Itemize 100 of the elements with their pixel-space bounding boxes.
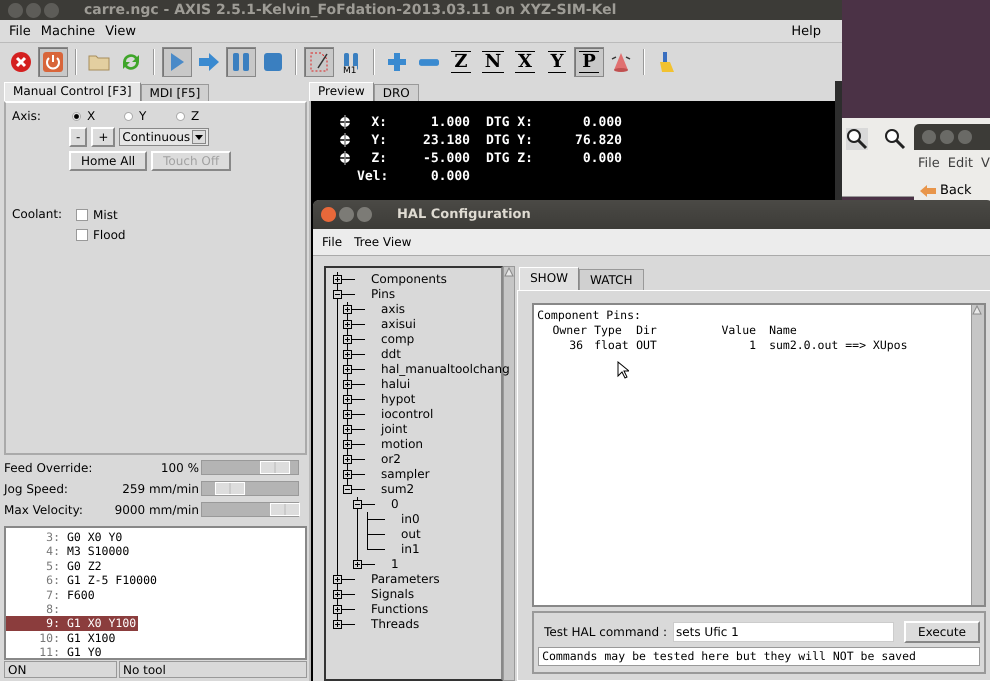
axis-radio[interactable]: X — [72, 109, 124, 123]
expand-icon[interactable] — [333, 575, 342, 584]
tree-item[interactable]: sum2 — [381, 481, 414, 497]
expand-icon[interactable] — [343, 395, 352, 404]
menu-item[interactable]: Edit — [948, 156, 973, 171]
maximize-icon[interactable] — [958, 130, 972, 144]
tree-item[interactable]: Threads — [371, 616, 420, 632]
view-button[interactable]: Z — [446, 47, 476, 77]
tree-item[interactable]: comp — [381, 331, 414, 347]
tab[interactable]: SHOW — [519, 267, 580, 290]
scroll-up-icon[interactable] — [504, 267, 514, 277]
command-field[interactable]: sets Ufic 1 — [673, 622, 894, 642]
tab[interactable]: WATCH — [579, 269, 644, 290]
tab[interactable]: Manual Control [F3] — [4, 82, 141, 101]
tab[interactable]: DRO — [374, 84, 419, 101]
menu-item[interactable]: V — [980, 156, 990, 171]
close-icon[interactable] — [321, 207, 336, 222]
gcode-line[interactable]: 7: F600 — [6, 588, 133, 602]
expand-icon[interactable] — [343, 410, 352, 419]
slider-thumb[interactable] — [260, 461, 290, 474]
maximize-icon[interactable] — [357, 207, 372, 222]
tree-item[interactable]: Signals — [371, 586, 414, 602]
axis-radio[interactable]: Y — [124, 109, 176, 123]
tab[interactable]: Preview — [309, 82, 374, 101]
tree-item[interactable]: joint — [381, 421, 408, 437]
back-button[interactable]: Back — [916, 179, 990, 202]
gcode-line[interactable]: 3: G0 X0 Y0 — [6, 530, 133, 544]
jog-minus-button[interactable]: - — [69, 127, 88, 147]
menu-item[interactable]: File — [322, 235, 342, 249]
pause-button[interactable] — [226, 47, 256, 77]
expand-icon[interactable] — [353, 560, 362, 569]
expand-icon[interactable] — [343, 350, 352, 359]
coolant-checkbox[interactable]: Flood — [76, 228, 126, 242]
minimize-icon[interactable] — [26, 2, 41, 18]
expand-icon[interactable] — [343, 425, 352, 434]
tree-item[interactable]: axis — [381, 301, 406, 317]
tree-item[interactable]: Functions — [371, 601, 428, 617]
minimize-icon[interactable] — [339, 207, 354, 222]
view-button[interactable]: Y — [542, 47, 572, 77]
maximize-icon[interactable] — [44, 2, 59, 18]
tree-item[interactable]: halui — [381, 376, 410, 392]
gcode-line[interactable]: 5: G0 Z2 — [6, 558, 133, 574]
gcode-line[interactable]: 10: G1 X100 — [6, 630, 133, 646]
tree-item[interactable]: 0 — [391, 496, 399, 512]
menu-item[interactable]: File — [918, 156, 940, 171]
gcode-line[interactable]: 11: G1 Y0 — [6, 645, 133, 658]
tree-item[interactable]: or2 — [381, 451, 401, 467]
execute-button[interactable]: Execute — [904, 621, 980, 643]
zoom-icon[interactable] — [884, 128, 906, 150]
view-button[interactable]: N — [478, 47, 508, 77]
expand-icon[interactable] — [343, 440, 352, 449]
tree-item[interactable]: sampler — [381, 466, 430, 482]
expand-icon[interactable] — [343, 470, 352, 479]
view-button[interactable]: X — [510, 47, 540, 77]
slider-thumb[interactable] — [270, 503, 300, 516]
expand-icon[interactable] — [343, 305, 352, 314]
play-button[interactable] — [162, 47, 192, 77]
page-button[interactable] — [304, 47, 334, 77]
gcode-line[interactable]: 8: — [6, 602, 133, 616]
expand-icon[interactable] — [343, 320, 352, 329]
expand-icon[interactable] — [343, 335, 352, 344]
tree-item[interactable]: iocontrol — [381, 406, 434, 422]
collapse-icon[interactable] — [333, 290, 342, 299]
scrollbar[interactable] — [971, 305, 984, 605]
scroll-up-icon[interactable] — [972, 305, 982, 315]
close-icon[interactable] — [8, 2, 23, 18]
slider-track[interactable] — [201, 460, 299, 475]
gcode-line[interactable]: 6: G1 Z-5 F10000 — [6, 573, 159, 588]
tree-item[interactable]: axisui — [381, 316, 416, 332]
tree-item[interactable]: motion — [381, 436, 424, 452]
minimize-icon[interactable] — [940, 130, 954, 144]
tree-item[interactable]: Components — [371, 271, 447, 287]
tree-item[interactable]: hal_manualtoolchang — [381, 361, 510, 377]
home-all-button[interactable]: Home All — [69, 151, 148, 171]
tree-item[interactable]: Parameters — [371, 571, 440, 587]
expand-icon[interactable] — [343, 380, 352, 389]
expand-icon[interactable] — [343, 365, 352, 374]
slider-track[interactable] — [201, 502, 299, 517]
collapse-icon[interactable] — [353, 500, 362, 509]
axis-radio[interactable]: Z — [176, 109, 228, 123]
menu-item[interactable]: Machine — [36, 24, 100, 38]
tree-item[interactable]: ddt — [381, 346, 401, 362]
expand-icon[interactable] — [333, 605, 342, 614]
expand-icon[interactable] — [333, 275, 342, 284]
view-button[interactable]: P — [574, 47, 604, 77]
expand-icon[interactable] — [333, 620, 342, 629]
coolant-checkbox[interactable]: Mist — [76, 208, 126, 222]
menu-item[interactable]: View — [100, 24, 142, 38]
tree-item[interactable]: out — [401, 526, 421, 542]
tree-item[interactable]: 1 — [391, 556, 399, 572]
tree-item[interactable]: hypot — [381, 391, 416, 407]
gcode-line[interactable]: 4: M3 S10000 — [6, 544, 133, 559]
tree-item[interactable]: in0 — [401, 511, 420, 527]
increment-dropdown[interactable]: Continuous — [119, 128, 210, 146]
menu-item[interactable]: Help — [786, 24, 826, 38]
expand-icon[interactable] — [333, 590, 342, 599]
menu-item[interactable]: Tree View — [354, 235, 412, 249]
zoom-icon[interactable] — [846, 128, 868, 150]
power-button[interactable] — [38, 47, 68, 77]
slider-track[interactable] — [201, 481, 299, 496]
